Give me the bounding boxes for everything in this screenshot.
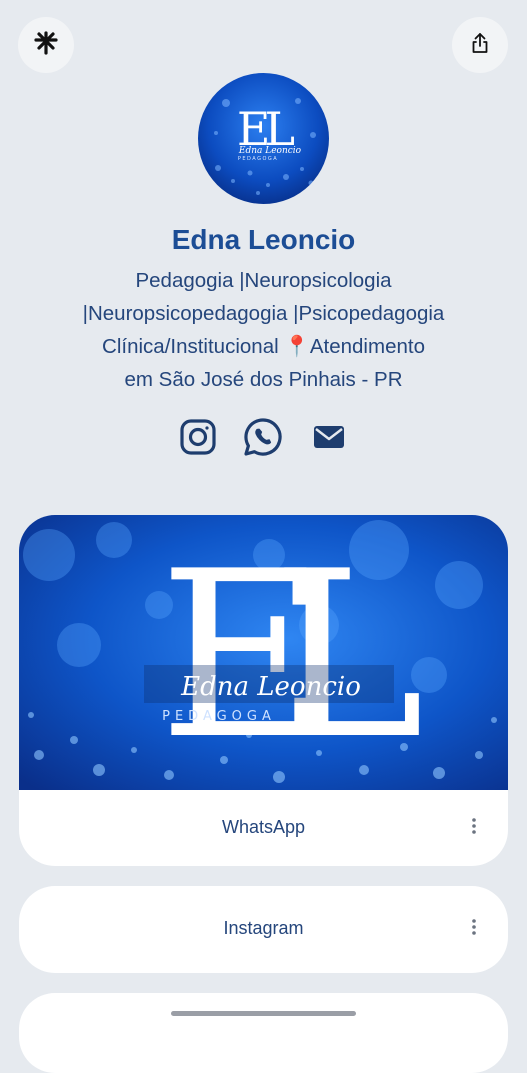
banner-script: Edna Leoncio bbox=[180, 672, 361, 702]
link-label: Instagram bbox=[223, 918, 304, 938]
linktree-asterisk-icon bbox=[34, 30, 58, 60]
bio-line: |Neuropsicopedagogia |Psicopedagogia bbox=[82, 302, 445, 325]
profile-bio: Pedagogia |Neuropsicologia |Neuropsicope… bbox=[40, 264, 487, 396]
link-card-whatsapp[interactable]: EL Edna Leoncio PEDAGOGA WhatsApp bbox=[19, 515, 508, 866]
instagram-icon bbox=[179, 418, 217, 461]
link-options-button[interactable] bbox=[464, 915, 484, 943]
more-vertical-icon bbox=[471, 817, 477, 840]
bio-line: Pedagogia |Neuropsicologia bbox=[135, 269, 392, 292]
mail-icon bbox=[313, 424, 345, 455]
link-card-instagram[interactable]: Instagram bbox=[19, 886, 508, 973]
link-banner-image: EL Edna Leoncio PEDAGOGA bbox=[19, 515, 508, 790]
more-vertical-icon bbox=[471, 918, 477, 941]
avatar: EL Edna Leoncio PEDAGOGA bbox=[198, 73, 329, 204]
home-indicator bbox=[171, 1011, 356, 1016]
instagram-link[interactable] bbox=[177, 418, 219, 460]
banner-subtitle: PEDAGOGA bbox=[162, 709, 276, 724]
whatsapp-icon bbox=[242, 416, 284, 463]
share-button[interactable] bbox=[452, 17, 508, 73]
avatar-subtitle: PEDAGOGA bbox=[238, 156, 278, 162]
email-link[interactable] bbox=[308, 418, 350, 460]
share-icon bbox=[468, 31, 492, 60]
link-label: WhatsApp bbox=[221, 817, 306, 837]
bio-line: Clínica/Institucional 📍Atendimento bbox=[102, 335, 425, 358]
whatsapp-link[interactable] bbox=[242, 416, 284, 463]
bio-line: em São José dos Pinhais - PR bbox=[124, 368, 403, 391]
link-options-button[interactable] bbox=[464, 814, 484, 842]
profile-name: Edna Leoncio bbox=[171, 224, 356, 255]
social-icons bbox=[0, 416, 527, 463]
link-card[interactable] bbox=[19, 993, 508, 1073]
avatar-script: Edna Leoncio bbox=[238, 146, 302, 156]
linktree-logo-button[interactable] bbox=[18, 17, 74, 73]
